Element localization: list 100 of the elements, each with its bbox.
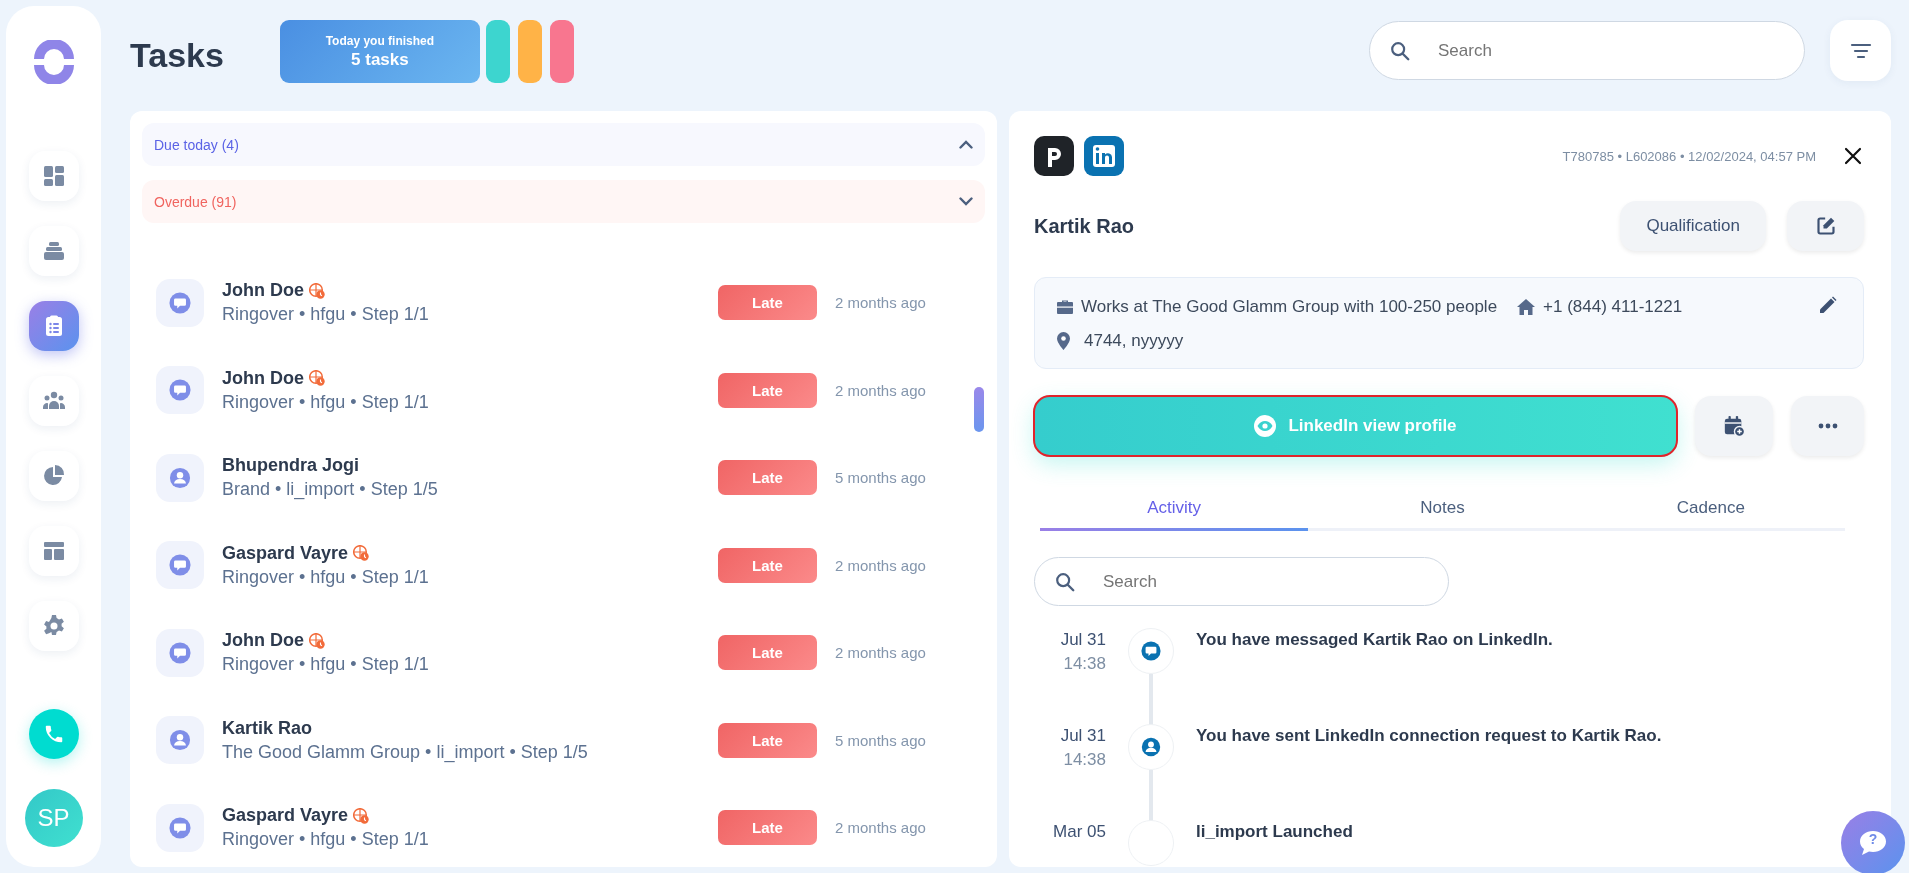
contact-name: John Doe: [222, 367, 304, 389]
pie-chart-icon: [41, 464, 66, 488]
sidebar-nav-button[interactable]: [28, 451, 79, 501]
status-badge: Late: [718, 372, 817, 408]
p-logo-icon: [1034, 136, 1074, 176]
activity-date: Jul 31: [1059, 725, 1106, 746]
contact-name: Kartik Rao: [1034, 214, 1135, 238]
page-title: Tasks: [130, 36, 224, 76]
search-field[interactable]: Search: [1369, 21, 1805, 80]
briefcase-icon: [1057, 299, 1073, 314]
person-icon: [169, 729, 191, 752]
status-badge: Late: [718, 547, 817, 583]
chevron-down-icon: [959, 197, 973, 206]
stats-caption: Today you finished: [325, 33, 435, 48]
sidebar-nav-button[interactable]: [28, 526, 79, 576]
task-time: 2 months ago: [835, 644, 927, 662]
task-time: 5 months ago: [835, 469, 927, 487]
status-badge: Late: [718, 635, 817, 671]
contact-name: John Doe: [222, 630, 304, 652]
tab[interactable]: Activity: [1040, 494, 1309, 531]
task-row[interactable]: John Doe Ringover • hfgu • Step 1/1 Late 2 months ago: [156, 259, 985, 347]
task-subtitle: Brand • li_import • Step 1/5: [222, 479, 439, 501]
chevron-up-icon: [959, 140, 973, 149]
status-badge: Late: [718, 722, 817, 758]
filter-icon: [1849, 41, 1872, 60]
task-time: 5 months ago: [835, 731, 927, 749]
tab[interactable]: Cadence: [1576, 494, 1845, 531]
close-icon: [1842, 145, 1864, 167]
task-subtitle: Ringover • hfgu • Step 1/1: [222, 829, 430, 851]
activity-search-field[interactable]: Search: [1034, 557, 1449, 606]
settings-icon: [41, 614, 66, 638]
tab[interactable]: Notes: [1308, 494, 1577, 531]
chat-bubble-icon: [1858, 829, 1888, 857]
search-icon: [1054, 570, 1076, 593]
search-icon: [1389, 39, 1411, 62]
task-time: 2 months ago: [835, 381, 927, 399]
task-row[interactable]: Kartik Rao The Good Glamm Group • li_import • Step 1/5 Late 5 months ago: [156, 696, 985, 784]
ring-logo-icon: [31, 40, 76, 84]
sidebar-nav-button[interactable]: [28, 301, 79, 351]
chat-bubble-icon: [169, 379, 191, 402]
task-time: 2 months ago: [835, 556, 927, 574]
activity-time: 14:38: [1062, 654, 1106, 674]
address-info: 4744, nyyyyy: [1084, 330, 1184, 351]
dashboard-icon: [41, 164, 66, 188]
edit-button[interactable]: [1787, 201, 1864, 251]
edit-icon: [1815, 216, 1836, 236]
sidebar-nav-button[interactable]: [28, 226, 79, 276]
task-row[interactable]: Bhupendra Jogi Brand • li_import • Step 1/5 Late 5 months ago: [156, 434, 985, 522]
section-header[interactable]: Due today (4): [142, 123, 985, 166]
eye-icon: [1254, 415, 1277, 437]
chat-bubble-icon: [169, 291, 191, 314]
sidebar-nav-button[interactable]: [28, 151, 79, 201]
stats-value: 5 tasks: [351, 49, 409, 70]
schedule-button[interactable]: [1695, 396, 1773, 456]
filter-button[interactable]: [1830, 20, 1891, 81]
layout-icon: [41, 539, 66, 563]
stack-icon: [41, 239, 66, 263]
scrollbar-thumb[interactable]: [974, 387, 984, 432]
task-row[interactable]: Gaspard Vayre Ringover • hfgu • Step 1/1 Late 2 months ago: [156, 784, 985, 872]
home-icon: [1517, 298, 1536, 315]
record-meta: T780785 • L602086 • 12/02/2024, 04:57 PM: [1562, 148, 1816, 164]
chat-bubble-icon: [1141, 641, 1161, 661]
chat-bubble-icon: [169, 554, 191, 577]
company-info: Works at The Good Glamm Group with 100-250 people: [1081, 296, 1498, 317]
chat-bubble-icon: [169, 641, 191, 664]
phone-button[interactable]: [28, 709, 79, 759]
status-badge: Late: [718, 285, 817, 321]
person-icon: [1141, 737, 1161, 757]
activity-date: Mar 05: [1052, 821, 1106, 842]
status-badge: Late: [718, 460, 817, 496]
task-row[interactable]: Gaspard Vayre Ringover • hfgu • Step 1/1 Late 2 months ago: [156, 521, 985, 609]
qualification-button[interactable]: Qualification: [1620, 201, 1766, 251]
contact-name: Bhupendra Jogi: [222, 455, 359, 477]
activity-date: Jul 31: [1059, 629, 1106, 650]
contact-name: Gaspard Vayre: [222, 542, 349, 564]
task-subtitle: Ringover • hfgu • Step 1/1: [222, 654, 430, 676]
task-row[interactable]: John Doe Ringover • hfgu • Step 1/1 Late 2 months ago: [156, 346, 985, 434]
more-icon: [1817, 423, 1838, 429]
section-label: Overdue (91): [154, 193, 237, 210]
close-button[interactable]: [1842, 145, 1864, 167]
activity-time: 14:38: [1062, 750, 1106, 770]
chat-bubble-icon: [169, 816, 191, 839]
task-row[interactable]: John Doe Ringover • hfgu • Step 1/1 Late 2 months ago: [156, 609, 985, 697]
status-badge: Late: [718, 810, 817, 846]
task-time: 2 months ago: [835, 819, 927, 837]
person-icon: [169, 466, 191, 489]
contact-name: John Doe: [222, 280, 304, 302]
task-subtitle: The Good Glamm Group • li_import • Step 1/5: [222, 741, 589, 763]
calendar-plus-icon: [1723, 415, 1745, 437]
pencil-icon: [1819, 295, 1837, 314]
phone-number: +1 (844) 411-1221: [1543, 296, 1683, 317]
activity-text: You have messaged Kartik Rao on LinkedIn.: [1196, 629, 1554, 651]
activity-text: You have sent LinkedIn connection request to Kartik Rao.: [1196, 725, 1663, 747]
task-time: 2 months ago: [835, 294, 927, 312]
sidebar-nav-button[interactable]: [28, 601, 79, 651]
activity-text: li_import Launched: [1196, 821, 1354, 843]
task-subtitle: Ringover • hfgu • Step 1/1: [222, 391, 430, 413]
linkedin-logo-icon: [1084, 136, 1124, 176]
contact-name: Gaspard Vayre: [222, 805, 349, 827]
sidebar-nav-button[interactable]: [28, 376, 79, 426]
